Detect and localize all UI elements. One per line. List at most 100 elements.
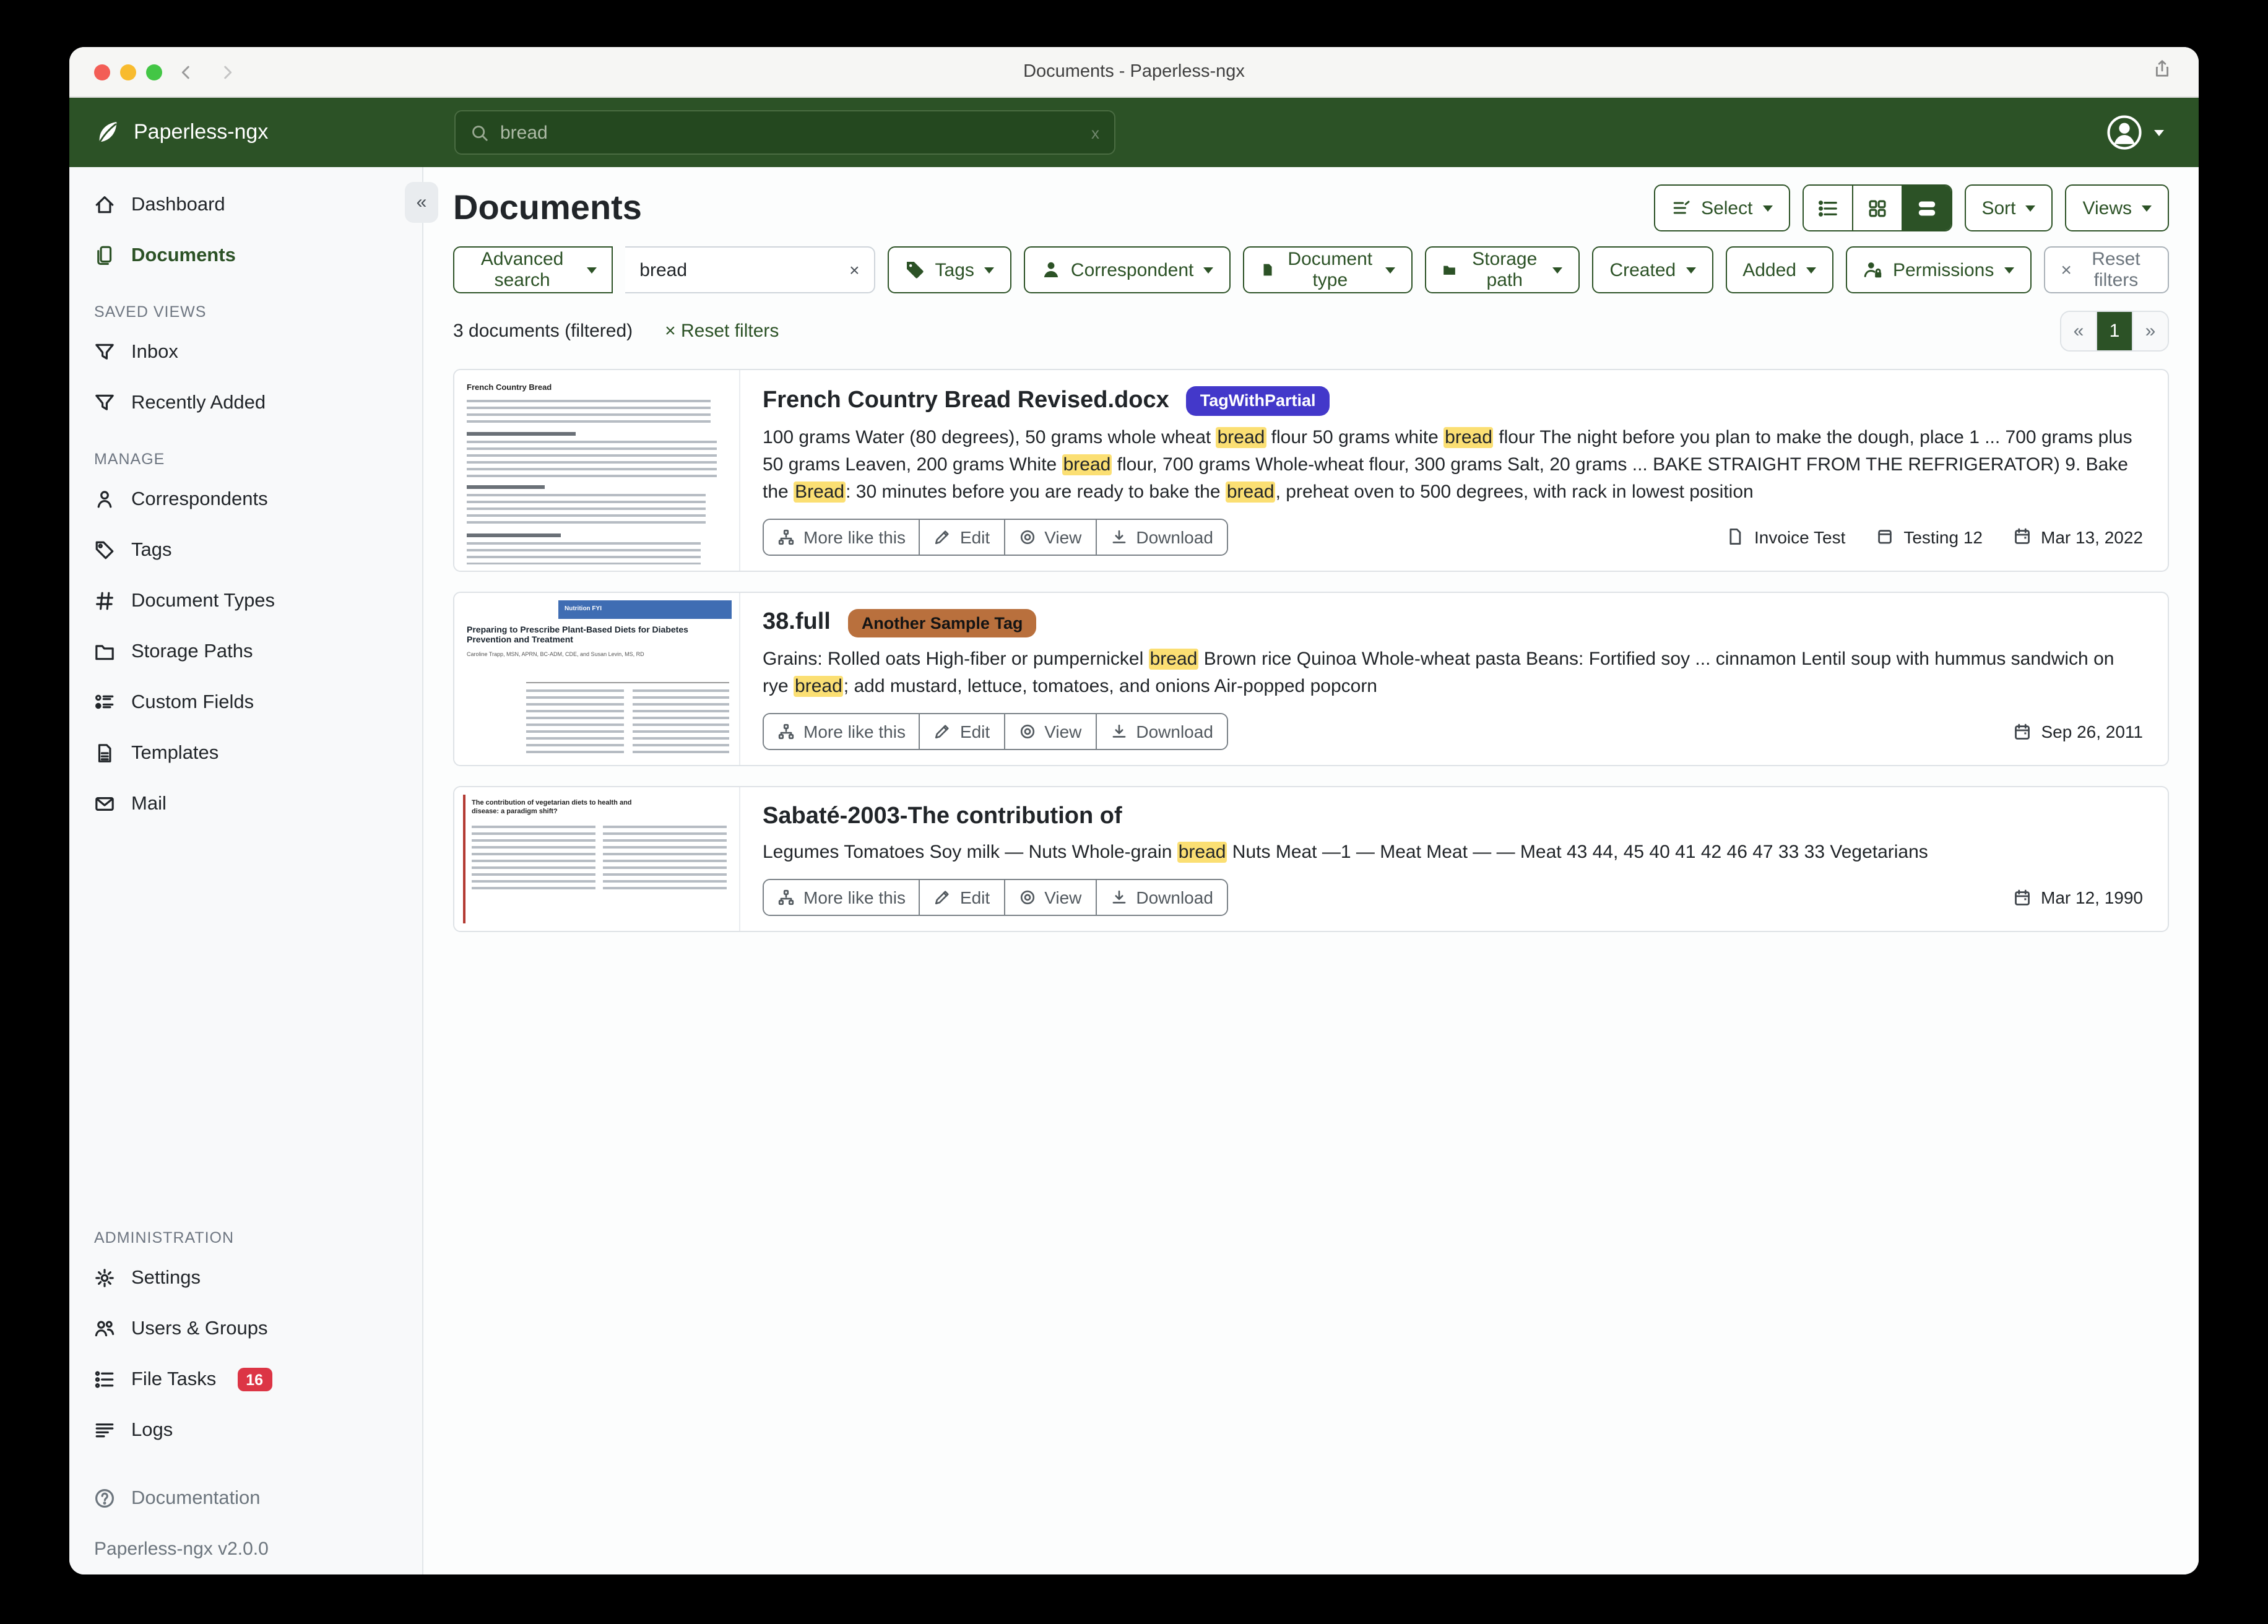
search-highlight: bread <box>1062 454 1112 475</box>
minimize-window-button[interactable] <box>120 64 136 80</box>
download-button[interactable]: Download <box>1095 881 1227 915</box>
document-excerpt: 100 grams Water (80 degrees), 50 grams w… <box>763 424 2143 506</box>
user-menu[interactable] <box>2106 114 2164 151</box>
edit-button[interactable]: Edit <box>919 519 1003 554</box>
forward-icon[interactable] <box>219 64 235 80</box>
pencil-icon <box>934 528 951 545</box>
pagination-next-button[interactable]: » <box>2132 312 2168 350</box>
pagination-page-1[interactable]: 1 <box>2096 312 2132 350</box>
box-icon <box>1875 527 1894 546</box>
storage-path-link[interactable]: Testing 12 <box>1875 527 1983 546</box>
filter-search-input[interactable]: bread × <box>625 246 875 293</box>
mail-icon <box>94 793 115 814</box>
sidebar-collapse-button[interactable]: « <box>405 182 438 223</box>
document-title[interactable]: 38.full <box>763 610 831 637</box>
window-controls[interactable] <box>94 64 162 80</box>
calendar-icon <box>2012 722 2031 741</box>
tags-filter-button[interactable]: Tags <box>888 246 1011 293</box>
pencil-icon <box>934 889 951 907</box>
download-button[interactable]: Download <box>1095 519 1227 554</box>
sidebar-item-logs[interactable]: Logs <box>69 1405 422 1456</box>
sitemap-icon <box>777 528 795 545</box>
leaf-logo-icon <box>94 119 121 146</box>
brand[interactable]: Paperless-ngx <box>94 119 268 146</box>
sidebar-item-mail[interactable]: Mail <box>69 779 422 829</box>
edit-button[interactable]: Edit <box>919 881 1003 915</box>
search-icon <box>470 123 489 142</box>
correspondent-filter-button[interactable]: Correspondent <box>1024 246 1231 293</box>
task-list-icon <box>94 1369 115 1390</box>
permissions-filter-button[interactable]: Permissions <box>1846 246 2031 293</box>
document-title[interactable]: French Country Bread Revised.docx <box>763 387 1169 415</box>
sidebar-item-file-tasks[interactable]: File Tasks 16 <box>69 1354 422 1405</box>
sidebar-item-recently-added[interactable]: Recently Added <box>69 378 422 428</box>
filter-search-value: bread <box>639 259 687 280</box>
select-dropdown-button[interactable]: Select <box>1654 184 1790 231</box>
view-detail-button[interactable] <box>1901 186 1950 230</box>
document-tag[interactable]: TagWithPartial <box>1187 386 1330 415</box>
chevron-down-icon <box>586 267 596 273</box>
sidebar-item-templates[interactable]: Templates <box>69 728 422 779</box>
reset-filters-link[interactable]: × Reset filters <box>665 321 779 342</box>
document-thumbnail[interactable]: Nutrition FYI Preparing to Prescribe Pla… <box>454 592 740 765</box>
sidebar-item-custom-fields[interactable]: Custom Fields <box>69 677 422 728</box>
view-button[interactable]: View <box>1003 519 1095 554</box>
reset-filters-button[interactable]: × Reset filters <box>2043 246 2169 293</box>
more-like-this-button[interactable]: More like this <box>764 714 919 749</box>
document-date: Mar 12, 1990 <box>2012 888 2143 908</box>
pagination-prev-button[interactable]: « <box>2061 312 2096 350</box>
sidebar-item-documents[interactable]: Documents <box>69 230 422 281</box>
sidebar-item-document-types[interactable]: Document Types <box>69 576 422 626</box>
download-button[interactable]: Download <box>1095 714 1227 749</box>
view-button[interactable]: View <box>1003 881 1095 915</box>
document-type-link[interactable]: Invoice Test <box>1726 527 1845 546</box>
main-content: Documents Select <box>423 167 2199 1574</box>
added-filter-button[interactable]: Added <box>1725 246 1833 293</box>
sidebar-item-dashboard[interactable]: Dashboard <box>69 179 422 230</box>
sidebar-item-settings[interactable]: Settings <box>69 1253 422 1303</box>
zoom-window-button[interactable] <box>146 64 162 80</box>
sidebar-item-tags[interactable]: Tags <box>69 525 422 576</box>
hash-icon <box>94 590 115 611</box>
sidebar-item-documentation[interactable]: Documentation <box>69 1473 422 1524</box>
global-search-input[interactable]: bread x <box>454 110 1115 155</box>
advanced-search-dropdown[interactable]: Advanced search <box>453 246 612 293</box>
funnel-icon <box>94 342 115 363</box>
view-list-button[interactable] <box>1803 186 1851 230</box>
sidebar-item-storage-paths[interactable]: Storage Paths <box>69 626 422 677</box>
document-thumbnail[interactable]: The contribution of vegetarian diets to … <box>454 787 740 931</box>
storage-path-filter-button[interactable]: Storage path <box>1425 246 1580 293</box>
views-dropdown-button[interactable]: Views <box>2066 184 2170 231</box>
select-icon <box>1671 198 1691 218</box>
back-icon[interactable] <box>178 64 194 80</box>
view-button[interactable]: View <box>1003 714 1095 749</box>
sort-dropdown-button[interactable]: Sort <box>1964 184 2053 231</box>
close-icon: × <box>2061 259 2072 280</box>
more-like-this-button[interactable]: More like this <box>764 519 919 554</box>
view-grid-button[interactable] <box>1851 186 1901 230</box>
document-title[interactable]: Sabaté-2003-The contribution of <box>763 803 1122 831</box>
more-like-this-button[interactable]: More like this <box>764 881 919 915</box>
created-filter-button[interactable]: Created <box>1592 246 1713 293</box>
chevron-down-icon <box>2004 267 2014 273</box>
document-thumbnail[interactable]: French Country Bread <box>454 370 740 570</box>
sidebar-item-inbox[interactable]: Inbox <box>69 327 422 378</box>
document-card: The contribution of vegetarian diets to … <box>453 786 2169 932</box>
folder-icon <box>1442 260 1456 280</box>
titlebar: Documents - Paperless-ngx <box>69 47 2199 98</box>
global-search-clear[interactable]: x <box>1091 123 1099 142</box>
edit-button[interactable]: Edit <box>919 714 1003 749</box>
file-tasks-count-badge: 16 <box>237 1368 272 1391</box>
document-tag[interactable]: Another Sample Tag <box>848 608 1037 637</box>
document-type-filter-button[interactable]: Document type <box>1243 246 1413 293</box>
sidebar-item-users-groups[interactable]: Users & Groups <box>69 1303 422 1354</box>
share-icon[interactable] <box>2153 58 2171 85</box>
body-row: « Dashboard Documents SAVED VIEWS Inbox <box>69 167 2199 1574</box>
app-window: Documents - Paperless-ngx Paperless-ngx … <box>69 47 2199 1574</box>
close-window-button[interactable] <box>94 64 110 80</box>
tag-icon <box>94 540 115 561</box>
detail-view-icon <box>1916 197 1937 218</box>
filter-search-clear[interactable]: × <box>849 260 859 280</box>
search-highlight: bread <box>1216 426 1266 447</box>
sidebar-item-correspondents[interactable]: Correspondents <box>69 474 422 525</box>
